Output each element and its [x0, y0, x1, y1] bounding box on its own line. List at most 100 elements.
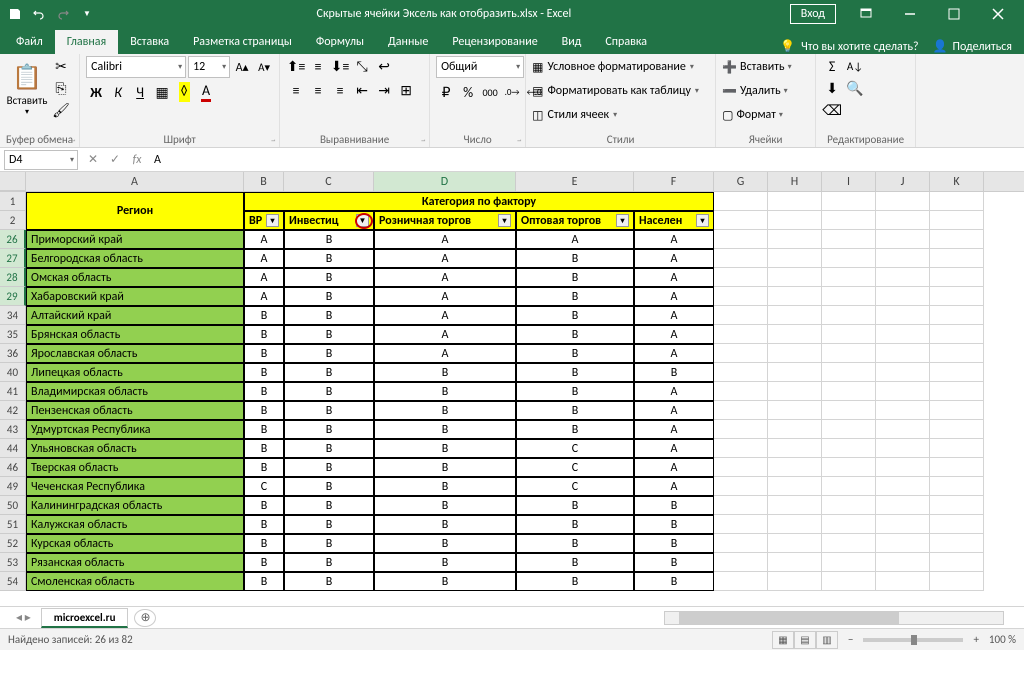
select-all-corner[interactable] [0, 172, 26, 191]
cell[interactable]: B [516, 268, 634, 287]
cell[interactable]: B [284, 363, 374, 382]
cell[interactable] [876, 192, 930, 211]
row-header[interactable]: 28 [0, 268, 26, 287]
cell[interactable] [768, 306, 822, 325]
filter-button[interactable]: ▾ [696, 214, 709, 227]
cell[interactable] [930, 496, 984, 515]
cell[interactable] [930, 192, 984, 211]
cell[interactable] [822, 249, 876, 268]
cell[interactable]: B [516, 363, 634, 382]
align-top-icon[interactable]: ⬆≡ [286, 56, 306, 76]
cell[interactable] [822, 477, 876, 496]
cell[interactable]: B [244, 325, 284, 344]
increase-indent-icon[interactable]: ⇥ [374, 80, 394, 100]
redo-icon[interactable] [52, 3, 74, 25]
add-sheet-button[interactable]: ⊕ [134, 609, 156, 627]
cell[interactable] [822, 344, 876, 363]
cell[interactable]: B [284, 420, 374, 439]
cell[interactable]: Калужская область [26, 515, 244, 534]
row-header[interactable]: 49 [0, 477, 26, 496]
cell[interactable] [876, 306, 930, 325]
ribbon-options-icon[interactable] [844, 0, 888, 28]
cell[interactable]: B [374, 553, 516, 572]
row-header[interactable]: 41 [0, 382, 26, 401]
orientation-icon[interactable]: ⤡ [352, 56, 372, 76]
cell[interactable] [930, 268, 984, 287]
sort-filter-icon[interactable]: A↓ [845, 56, 865, 76]
wrap-text-icon[interactable]: ↩ [374, 56, 394, 76]
currency-icon[interactable]: ₽ [436, 82, 456, 102]
cell[interactable]: A [634, 325, 714, 344]
paste-button[interactable]: 📋 Вставить ▾ [6, 56, 48, 124]
cell[interactable] [876, 439, 930, 458]
cell[interactable]: B [244, 363, 284, 382]
italic-icon[interactable]: К [108, 82, 128, 102]
cell[interactable] [768, 515, 822, 534]
cell[interactable] [930, 382, 984, 401]
cell[interactable] [876, 382, 930, 401]
cell[interactable] [876, 401, 930, 420]
row-header[interactable]: 54 [0, 572, 26, 591]
tab-view[interactable]: Вид [550, 30, 594, 54]
tab-home[interactable]: Главная [55, 30, 118, 54]
cell[interactable] [714, 230, 768, 249]
conditional-formatting-button[interactable]: ▦Условное форматирование▾ [532, 56, 697, 78]
column-header[interactable]: F [634, 172, 714, 191]
cell[interactable] [930, 363, 984, 382]
tab-help[interactable]: Справка [593, 30, 659, 54]
cell[interactable] [768, 553, 822, 572]
cell[interactable]: A [634, 439, 714, 458]
cell[interactable]: A [244, 287, 284, 306]
qat-dropdown-icon[interactable]: ▼ [76, 3, 98, 25]
cell[interactable] [876, 363, 930, 382]
cell[interactable]: A [244, 268, 284, 287]
column-header[interactable]: E [516, 172, 634, 191]
filter-button[interactable]: ▾ [266, 214, 279, 227]
cell[interactable] [876, 496, 930, 515]
cell[interactable]: B [374, 572, 516, 591]
cell[interactable] [930, 477, 984, 496]
cell[interactable] [768, 496, 822, 515]
cell[interactable]: B [374, 458, 516, 477]
cell[interactable] [714, 192, 768, 211]
row-header[interactable]: 35 [0, 325, 26, 344]
cell[interactable]: Оптовая торгов▾ [516, 211, 634, 230]
cell[interactable] [876, 287, 930, 306]
cell[interactable]: Калининградская область [26, 496, 244, 515]
cell[interactable]: A [634, 458, 714, 477]
cell[interactable]: B [284, 496, 374, 515]
cancel-formula-icon[interactable]: ✕ [82, 150, 104, 170]
cell[interactable]: B [284, 268, 374, 287]
tab-formulas[interactable]: Формулы [304, 30, 376, 54]
cell[interactable] [714, 306, 768, 325]
undo-icon[interactable] [28, 3, 50, 25]
cell[interactable] [714, 344, 768, 363]
cell[interactable]: B [516, 382, 634, 401]
filter-button[interactable]: ▾ [616, 214, 629, 227]
cell[interactable]: A [374, 325, 516, 344]
cell[interactable] [714, 420, 768, 439]
align-middle-icon[interactable]: ≡ [308, 56, 328, 76]
cell[interactable]: B [516, 496, 634, 515]
font-color-icon[interactable]: А [196, 82, 216, 102]
cell[interactable]: Белгородская область [26, 249, 244, 268]
row-header[interactable]: 2 [0, 211, 26, 230]
percent-icon[interactable]: % [458, 82, 478, 102]
format-cells-button[interactable]: ▢Формат▾ [722, 104, 786, 126]
cell[interactable]: Удмуртская Республика [26, 420, 244, 439]
row-header[interactable]: 53 [0, 553, 26, 572]
cell[interactable] [876, 534, 930, 553]
sheet-nav[interactable]: ◂ ▸ [16, 610, 41, 625]
cell[interactable] [876, 268, 930, 287]
cell[interactable]: B [284, 439, 374, 458]
cell[interactable]: A [634, 306, 714, 325]
cell[interactable]: B [284, 515, 374, 534]
merge-icon[interactable]: ⊞ [396, 80, 416, 100]
cell[interactable]: B [374, 515, 516, 534]
cell[interactable]: B [634, 515, 714, 534]
cell[interactable] [822, 192, 876, 211]
clear-icon[interactable]: ⌫ [822, 100, 842, 120]
cell[interactable]: A [374, 249, 516, 268]
cell[interactable] [768, 420, 822, 439]
cell[interactable] [876, 572, 930, 591]
